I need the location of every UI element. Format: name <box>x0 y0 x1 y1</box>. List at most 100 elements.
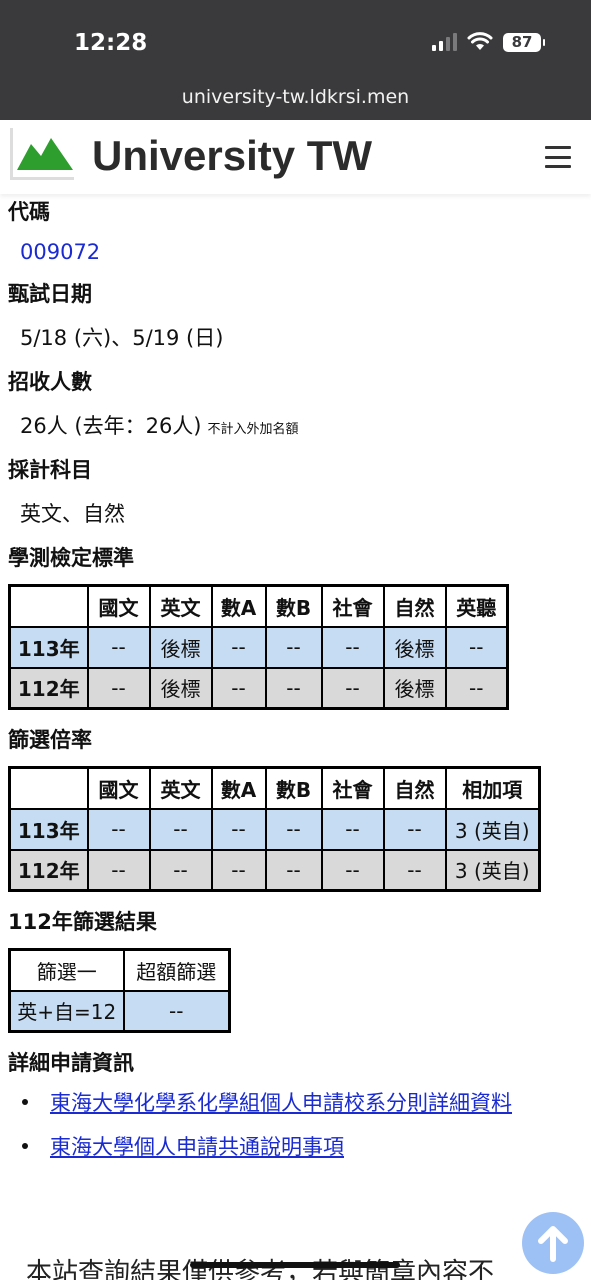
table-header-cell: 國文 <box>86 766 151 810</box>
table-cell: -- <box>210 807 267 851</box>
table-cell: -- <box>210 625 267 669</box>
code-label: 代碼 <box>8 200 50 224</box>
subjects-label: 採計科目 <box>8 458 92 482</box>
table-header-cell: 社會 <box>320 766 385 810</box>
table-header-row: 篩選一 超額篩選 <box>8 948 231 992</box>
table-header-cell: 自然 <box>382 584 447 628</box>
table-cell: 後標 <box>148 625 213 669</box>
table-cell: -- <box>86 848 151 892</box>
screening-result-title: 112年篩選結果 <box>8 910 157 934</box>
table-cell: 後標 <box>148 666 213 710</box>
table-header-cell: 自然 <box>382 766 447 810</box>
status-time: 12:28 <box>74 30 148 56</box>
table-cell: -- <box>382 848 447 892</box>
table-cell: -- <box>210 666 267 710</box>
table-row: 英+自=12 -- <box>8 989 231 1033</box>
site-title[interactable]: University TW <box>92 132 372 180</box>
cellular-signal-icon <box>432 33 457 51</box>
site-logo[interactable] <box>10 128 74 180</box>
table-cell: -- <box>444 625 509 669</box>
table-row: 112年 -- -- -- -- -- -- 3 (英自) <box>8 848 541 892</box>
table-cell: -- <box>264 807 323 851</box>
table-cell: -- <box>210 848 267 892</box>
table-header-cell: 數A <box>210 766 267 810</box>
scroll-to-top-button[interactable] <box>522 1212 584 1274</box>
table-header-cell: 數B <box>264 766 323 810</box>
hamburger-menu-icon[interactable] <box>545 146 571 168</box>
table-header-cell: 數B <box>264 584 323 628</box>
table-header-cell <box>8 766 89 810</box>
table-row: 112年 -- 後標 -- -- -- 後標 -- <box>8 666 509 710</box>
table-row: 113年 -- -- -- -- -- -- 3 (英自) <box>8 807 541 851</box>
url-bar[interactable]: university-tw.ldkrsi.men <box>0 78 591 120</box>
exam-date-value: 5/18 (六)、5/19 (日) <box>20 326 224 350</box>
bullet-icon <box>22 1143 28 1149</box>
status-bar: 12:28 87 <box>0 0 591 78</box>
arrow-up-icon <box>538 1226 568 1262</box>
home-indicator <box>190 1262 400 1268</box>
screening-ratio-title: 篩選倍率 <box>8 728 92 752</box>
quota-text: 26人 (去年：26人) <box>20 414 202 438</box>
list-item: 東海大學化學系化學組個人申請校系分則詳細資料 <box>22 1087 583 1117</box>
battery-icon: 87 <box>503 32 545 52</box>
department-rules-link[interactable]: 東海大學化學系化學組個人申請校系分則詳細資料 <box>50 1087 512 1117</box>
table-header-cell <box>8 584 89 628</box>
table-row: 113年 -- 後標 -- -- -- 後標 -- <box>8 625 509 669</box>
table-header-cell: 篩選一 <box>8 948 125 992</box>
table-header-cell: 數A <box>210 584 267 628</box>
url-text: university-tw.ldkrsi.men <box>181 86 410 108</box>
table-header-cell: 英聽 <box>444 584 509 628</box>
table-cell: 112年 <box>8 666 89 710</box>
screening-result-table: 篩選一 超額篩選 英+自=12 -- <box>8 948 231 1033</box>
bullet-icon <box>22 1099 28 1105</box>
table-cell: -- <box>148 807 213 851</box>
table-cell: -- <box>122 989 231 1033</box>
table-cell: -- <box>264 625 323 669</box>
table-header-cell: 社會 <box>320 584 385 628</box>
standards-title: 學測檢定標準 <box>8 546 134 570</box>
standards-table: 國文 英文 數A 數B 社會 自然 英聽 113年 -- 後標 -- -- --… <box>8 584 509 710</box>
table-cell: 113年 <box>8 625 89 669</box>
table-header-cell: 國文 <box>86 584 151 628</box>
wifi-icon <box>467 32 493 50</box>
table-cell: -- <box>86 807 151 851</box>
green-mountain-logo-icon <box>17 138 73 170</box>
table-cell: -- <box>320 848 385 892</box>
site-header: University TW <box>0 120 591 194</box>
table-header-cell: 英文 <box>148 766 213 810</box>
table-cell: 後標 <box>382 625 447 669</box>
table-cell: -- <box>86 666 151 710</box>
table-cell: -- <box>382 807 447 851</box>
table-cell: -- <box>320 807 385 851</box>
list-item: 東海大學個人申請共通說明事項 <box>22 1131 583 1161</box>
table-cell: -- <box>320 666 385 710</box>
subjects-value: 英文、自然 <box>20 502 125 526</box>
quota-value: 26人 (去年：26人) 不計入外加名額 <box>20 410 583 440</box>
details-link-list: 東海大學化學系化學組個人申請校系分則詳細資料 東海大學個人申請共通說明事項 <box>22 1087 583 1161</box>
exam-date-label: 甄試日期 <box>8 282 92 306</box>
status-icons: 87 <box>432 32 545 52</box>
quota-label: 招收人數 <box>8 370 92 394</box>
quota-note: 不計入外加名額 <box>207 422 299 437</box>
table-cell: -- <box>264 848 323 892</box>
table-cell: 113年 <box>8 807 89 851</box>
table-cell: -- <box>148 848 213 892</box>
code-value: 009072 <box>20 240 101 264</box>
table-cell: 3 (英自) <box>444 807 541 851</box>
table-header-cell: 相加項 <box>444 766 541 810</box>
table-cell: 英+自=12 <box>8 989 125 1033</box>
screening-ratio-table: 國文 英文 數A 數B 社會 自然 相加項 113年 -- -- -- -- -… <box>8 766 541 892</box>
table-cell: -- <box>320 625 385 669</box>
table-header-row: 國文 英文 數A 數B 社會 自然 相加項 <box>8 766 541 810</box>
table-cell: -- <box>86 625 151 669</box>
table-cell: -- <box>264 666 323 710</box>
details-title: 詳細申請資訊 <box>8 1051 134 1075</box>
table-header-cell: 超額篩選 <box>122 948 231 992</box>
common-instructions-link[interactable]: 東海大學個人申請共通說明事項 <box>50 1131 344 1161</box>
table-cell: 後標 <box>382 666 447 710</box>
table-header-row: 國文 英文 數A 數B 社會 自然 英聽 <box>8 584 509 628</box>
table-cell: -- <box>444 666 509 710</box>
table-cell: 3 (英自) <box>444 848 541 892</box>
table-header-cell: 英文 <box>148 584 213 628</box>
table-cell: 112年 <box>8 848 89 892</box>
